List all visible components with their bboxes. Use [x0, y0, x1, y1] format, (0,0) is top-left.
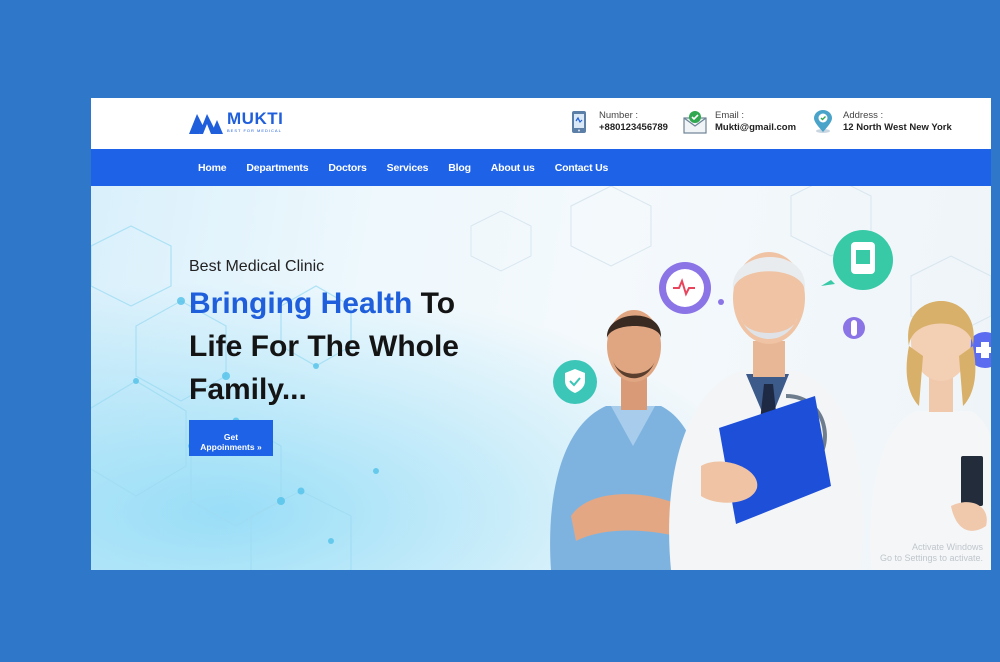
nav-doctors[interactable]: Doctors	[328, 162, 366, 174]
phone-value: +880123456789	[599, 122, 668, 133]
phone-label: Number :	[599, 110, 639, 121]
address-value: 12 North West New York	[843, 122, 952, 133]
email-icon	[683, 111, 707, 134]
brand-tagline: BEST FOR MEDICAL	[227, 128, 282, 133]
nav-about-us[interactable]: About us	[491, 162, 535, 174]
hero-section: Best Medical Clinic Bringing Health To L…	[91, 186, 991, 570]
phone-icon	[572, 111, 586, 133]
nav-departments[interactable]: Departments	[246, 162, 308, 174]
doctor-female	[870, 301, 991, 570]
brand-name: MUKTI	[227, 109, 284, 128]
logo-mark-icon	[189, 113, 223, 134]
shield-check-icon	[553, 360, 597, 404]
nav-contact-us[interactable]: Contact Us	[555, 162, 609, 174]
address-label: Address :	[843, 110, 884, 121]
iv-bag-icon	[821, 230, 893, 290]
email-value: Mukti@gmail.com	[715, 122, 797, 133]
logo[interactable]: MUKTI BEST FOR MEDICAL	[189, 109, 284, 134]
cta-line2: Appoinments »	[200, 442, 262, 452]
watermark-line2: Go to Settings to activate.	[879, 553, 983, 563]
headline-highlight: Bringing Health	[189, 287, 413, 320]
windows-activation-watermark: Activate Windows Go to Settings to activ…	[880, 542, 983, 564]
get-appointments-button[interactable]: Get Appoinments »	[189, 420, 273, 456]
nav-services[interactable]: Services	[387, 162, 429, 174]
hero-headline: Bringing Health To Life For The Whole Fa…	[189, 282, 509, 411]
location-pin-icon	[814, 110, 832, 133]
hero-eyebrow: Best Medical Clinic	[189, 258, 325, 275]
nav-home[interactable]: Home	[198, 162, 227, 174]
contact-phone: Number : +880123456789	[567, 110, 668, 134]
heart-pulse-icon	[659, 262, 724, 314]
watermark-line1: Activate Windows	[911, 542, 983, 552]
contact-email: Email : Mukti@gmail.com	[683, 110, 796, 134]
email-label: Email :	[715, 110, 745, 121]
website-window: MUKTI BEST FOR MEDICAL Number : +8801234…	[91, 98, 991, 570]
pill-icon	[843, 317, 865, 339]
doctors-illustration	[550, 230, 991, 570]
contact-address: Address : 12 North West New York	[811, 110, 952, 134]
main-nav: Home Departments Doctors Services Blog A…	[91, 149, 991, 186]
nav-blog[interactable]: Blog	[448, 162, 471, 174]
cta-line1: Get	[223, 432, 239, 442]
top-header: MUKTI BEST FOR MEDICAL Number : +8801234…	[91, 98, 991, 149]
